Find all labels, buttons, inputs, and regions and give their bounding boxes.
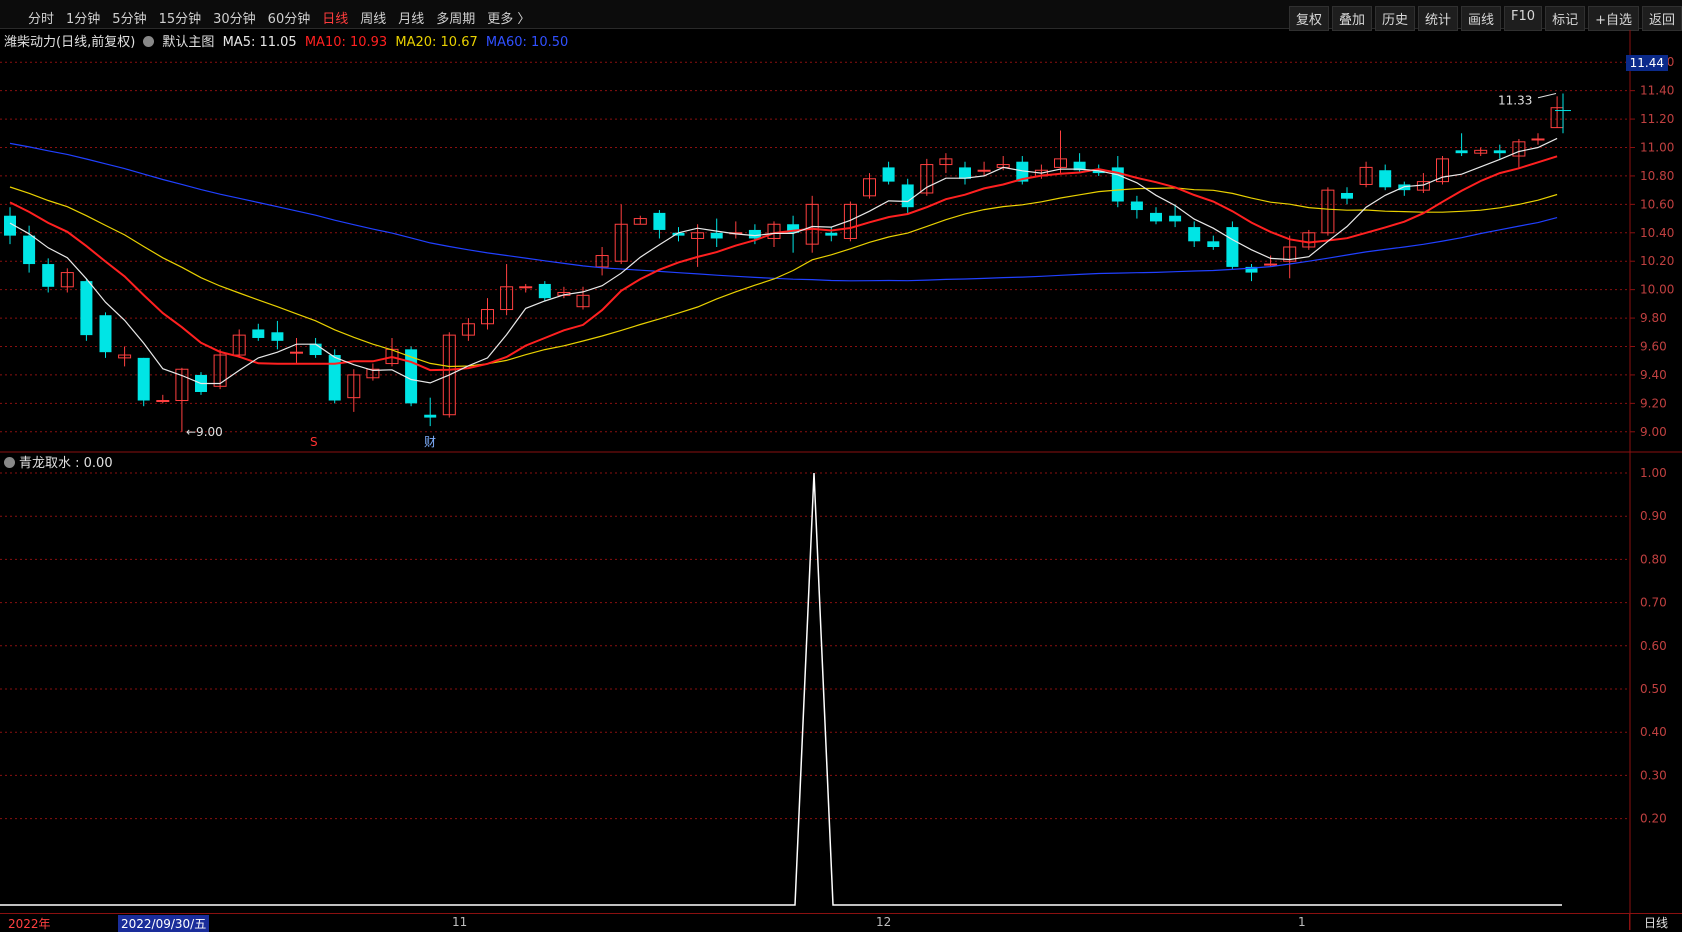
price-axis-label: 10.60 (1640, 197, 1674, 211)
indicator-axis-label: 0.40 (1640, 725, 1667, 739)
ma20-line (9, 186, 1558, 368)
price-axis-label: 9.20 (1640, 396, 1667, 410)
ma5-label: MA5: 11.05 (222, 35, 297, 50)
month-label-nov: 11 (452, 915, 468, 929)
candle-body-down (80, 281, 93, 336)
high-price-arrow (1537, 92, 1557, 99)
ma60-line (9, 142, 1558, 282)
ma60-label: MA60: 10.50 (485, 35, 569, 50)
month-label-dec: 12 (876, 915, 892, 929)
candle-body-down (1207, 241, 1220, 247)
price-axis-label: 10.40 (1640, 226, 1674, 240)
cursor-date-label: 2022/09/30/五 (118, 915, 210, 932)
price-axis-label: 10.00 (1640, 283, 1674, 297)
price-axis-label: 11.00 (1640, 141, 1674, 155)
candle-body-down (1150, 212, 1162, 222)
candle-body-down (309, 343, 322, 356)
candle-body-down (882, 167, 895, 182)
indicator-axis-label: 1.00 (1640, 466, 1667, 480)
indicator-axis-label: 0.50 (1640, 682, 1667, 696)
price-axis-label: 11.20 (1640, 112, 1674, 126)
candle-body-down (1493, 150, 1506, 154)
indicator-axis-label: 0.70 (1640, 596, 1667, 610)
low-price-label: ←9.00 (186, 425, 223, 439)
candle-body-up (1531, 138, 1545, 141)
candle-body-down (1341, 192, 1353, 199)
time-axis: 2022年 2022/09/30/五 11 12 1 (0, 913, 1630, 932)
stock-title[interactable]: 潍柴动力(日线,前复权) (4, 35, 135, 50)
price-axis-label: 10.20 (1640, 254, 1674, 268)
candle-body-down (1188, 227, 1201, 242)
indicator-legend[interactable]: 青龙取水 : 0.00 (4, 452, 113, 471)
candle-body-down (23, 235, 36, 265)
price-axis-label: 9.00 (1640, 425, 1667, 439)
finance-marker: 财 (424, 435, 436, 449)
candle-body-down (137, 357, 150, 401)
current-price-flag: 11.44 (1625, 55, 1668, 71)
candle-body-up (1264, 263, 1278, 266)
candle-body-up (977, 169, 991, 172)
candle-body-down (825, 232, 838, 236)
price-axis-label: 9.80 (1640, 311, 1667, 325)
candle-body-down (901, 184, 914, 208)
indicator-settings-icon[interactable] (4, 457, 15, 468)
year-label: 2022年 (8, 917, 51, 931)
indicator-axis-label: 0.90 (1640, 509, 1667, 523)
ma10-label: MA10: 10.93 (304, 35, 388, 50)
candle-body-down (1226, 227, 1239, 267)
indicator-axis-label: 0.30 (1640, 768, 1667, 782)
period-tab-bottom[interactable]: 日线 (1629, 913, 1682, 930)
candle-body-down (1130, 201, 1143, 211)
candle-body-down (710, 232, 723, 239)
main-chart-settings-icon[interactable] (143, 35, 158, 50)
candle-body-up (519, 286, 533, 289)
candle-body-down (1379, 170, 1392, 188)
candle-body-down (1169, 215, 1182, 222)
candle-body-down (538, 283, 551, 299)
candle-body-down (1455, 150, 1468, 154)
high-price-label: 11.33 (1498, 94, 1532, 108)
kline-chart[interactable]: 11.6011.4011.2011.0010.8010.6010.4010.20… (0, 0, 1682, 930)
candle-body-down (252, 329, 265, 338)
candle-body-down (653, 212, 666, 230)
main-chart-label[interactable]: 默认主图 (162, 35, 214, 50)
candle-body-down (748, 229, 761, 239)
indicator-axis-label: 0.20 (1640, 812, 1667, 826)
price-axis-label: 11.40 (1640, 84, 1674, 98)
candle-body-down (271, 332, 284, 341)
candle-body-down (424, 414, 437, 418)
price-axis-label: 9.40 (1640, 368, 1667, 382)
price-axis-label: 10.80 (1640, 169, 1674, 183)
main-chart-legend: 潍柴动力(日线,前复权) 默认主图 MA5: 11.05 MA10: 10.93… (4, 31, 572, 50)
candle-body-down (328, 355, 341, 401)
candle-body-down (99, 315, 112, 353)
candle-body-down (959, 167, 971, 179)
candle-body-down (42, 264, 55, 287)
indicator-axis-label: 0.80 (1640, 552, 1667, 566)
candle-body-up (290, 351, 303, 354)
month-label-jan: 1 (1298, 915, 1306, 929)
candle-body-up (156, 400, 170, 403)
signal-marker-s: S (310, 435, 318, 449)
ma10-line (9, 155, 1558, 372)
indicator-label: 青龙取水 : 0.00 (19, 456, 113, 471)
indicator-axis-label: 0.60 (1640, 639, 1667, 653)
ma20-label: MA20: 10.67 (395, 35, 478, 50)
price-axis-label: 9.60 (1640, 340, 1667, 354)
